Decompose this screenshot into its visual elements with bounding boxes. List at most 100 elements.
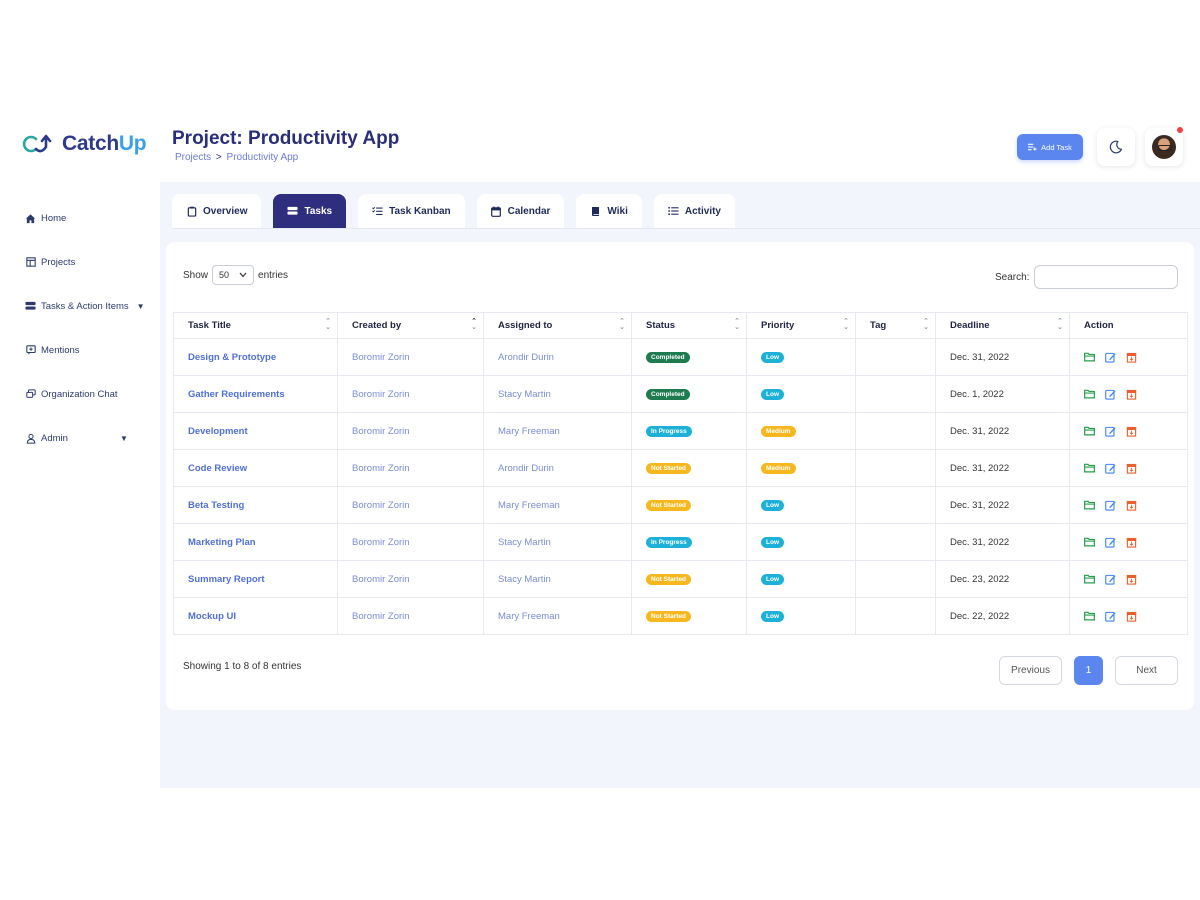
column-header-deadline[interactable]: Deadline ⌃ ⌄ [935,312,1070,339]
clipboard-icon [186,206,197,217]
sidebar: CatchUp Home Projects Tasks & Action Ite… [0,110,160,788]
archive-icon[interactable] [1126,574,1137,585]
tab-wiki[interactable]: Wiki [576,194,642,228]
edit-icon[interactable] [1105,500,1116,511]
edit-icon[interactable] [1105,574,1116,585]
task-title-link[interactable]: Marketing Plan [173,523,338,561]
priority-badge: Low [761,536,784,549]
column-header-task-title[interactable]: Task Title ⌃ ⌄ [173,312,338,339]
column-header-tag[interactable]: Tag ⌃ ⌄ [855,312,936,339]
tasks-card: Show 50 entries Search: Task Title ⌃ ⌄ C… [166,242,1194,710]
archive-icon[interactable] [1126,611,1137,622]
column-header-assigned-to[interactable]: Assigned to ⌃ ⌄ [483,312,632,339]
theme-toggle-button[interactable] [1097,128,1135,166]
tab-calendar[interactable]: Calendar [476,194,565,228]
task-title-link[interactable]: Mockup UI [173,597,338,635]
assigned-to-cell: Arondir Durin [483,338,632,376]
edit-icon[interactable] [1105,611,1116,622]
table-row: Beta Testing Boromir Zorin Mary Freeman Not… [173,486,1188,524]
created-by-cell: Boromir Zorin [337,560,484,598]
folder-icon[interactable] [1084,500,1095,511]
tab-tasks[interactable]: Tasks [273,194,347,228]
task-title-link[interactable]: Gather Requirements [173,375,338,413]
folder-icon[interactable] [1084,611,1095,622]
tab-task-kanban[interactable]: Task Kanban [358,194,465,228]
row-actions [1084,426,1187,437]
folder-icon[interactable] [1084,537,1095,548]
assigned-to-cell: Mary Freeman [483,486,632,524]
tab-activity[interactable]: Activity [653,194,735,228]
user-avatar-button[interactable] [1145,128,1183,166]
sidebar-item-label: Organization Chat [41,388,118,400]
page-header: Project: Productivity App Projects > Pro… [160,110,1200,182]
page-button[interactable]: 1 [1074,656,1103,685]
priority-cell: Low [746,375,856,413]
sidebar-item-admin[interactable]: Admin ▼ [0,416,160,460]
created-by-cell: Boromir Zorin [337,523,484,561]
archive-icon[interactable] [1126,352,1137,363]
folder-icon[interactable] [1084,352,1095,363]
folder-icon[interactable] [1084,426,1095,437]
search-input[interactable] [1034,265,1179,289]
previous-page-button[interactable]: Previous [999,656,1062,685]
priority-cell: Medium [746,412,856,450]
app-logo[interactable]: CatchUp [22,132,147,156]
sidebar-item-mentions[interactable]: Mentions [0,328,160,372]
task-title-link[interactable]: Code Review [173,449,338,487]
edit-icon[interactable] [1105,426,1116,437]
entries-select[interactable]: 50 [212,265,255,285]
sidebar-item-projects[interactable]: Projects [0,240,160,284]
deadline-cell: Dec. 31, 2022 [935,486,1070,524]
sidebar-item-label: Admin [41,432,68,444]
task-title-link[interactable]: Summary Report [173,560,338,598]
sidebar-item-tasks[interactable]: Tasks & Action Items ▼ [0,284,160,328]
folder-icon[interactable] [1084,389,1095,400]
chevron-down-icon[interactable]: ▼ [137,302,145,311]
pagination: Previous 1 Next [999,656,1178,685]
chevron-down-icon[interactable]: ▼ [120,434,128,443]
created-by-cell: Boromir Zorin [337,338,484,376]
table-row: Marketing Plan Boromir Zorin Stacy Martin I… [173,523,1188,561]
edit-icon[interactable] [1105,537,1116,548]
column-header-priority[interactable]: Priority ⌃ ⌄ [746,312,856,339]
tab-label: Tasks [304,205,333,217]
folder-icon[interactable] [1084,574,1095,585]
row-actions [1084,537,1187,548]
archive-icon[interactable] [1126,463,1137,474]
column-header-created-by[interactable]: Created by ⌃ ⌄ [337,312,484,339]
task-title-link[interactable]: Development [173,412,338,450]
tab-overview[interactable]: Overview [172,194,262,228]
edit-icon[interactable] [1105,463,1116,474]
archive-icon[interactable] [1126,537,1137,548]
sidebar-item-label: Mentions [41,344,80,356]
breadcrumb-current[interactable]: Productivity App [227,152,299,163]
sort-icon: ⌃ ⌄ [734,318,740,331]
entries-label: entries [258,269,289,281]
task-title-link[interactable]: Design & Prototype [173,338,338,376]
priority-cell: Low [746,597,856,635]
tag-cell [855,523,936,561]
created-by-cell: Boromir Zorin [337,449,484,487]
column-header-status[interactable]: Status ⌃ ⌄ [631,312,747,339]
archive-icon[interactable] [1126,426,1137,437]
deadline-cell: Dec. 31, 2022 [935,338,1070,376]
folder-icon[interactable] [1084,463,1095,474]
row-actions [1084,611,1187,622]
column-header-action: Action [1069,312,1188,339]
logo-icon [22,134,52,153]
add-task-button[interactable]: Add Task [1017,134,1083,160]
sidebar-item-home[interactable]: Home [0,196,160,240]
task-title-link[interactable]: Beta Testing [173,486,338,524]
sidebar-item-label: Tasks & Action Items [41,300,129,312]
archive-icon[interactable] [1126,389,1137,400]
archive-icon[interactable] [1126,500,1137,511]
edit-icon[interactable] [1105,389,1116,400]
edit-icon[interactable] [1105,352,1116,363]
status-badge: Completed [646,388,690,401]
tasks-icon [25,301,36,312]
status-cell: Completed [631,338,747,376]
sidebar-item-organization-chat[interactable]: Organization Chat [0,372,160,416]
next-page-button[interactable]: Next [1115,656,1178,685]
assigned-to-cell: Stacy Martin [483,375,632,413]
breadcrumb-root[interactable]: Projects [175,152,211,163]
